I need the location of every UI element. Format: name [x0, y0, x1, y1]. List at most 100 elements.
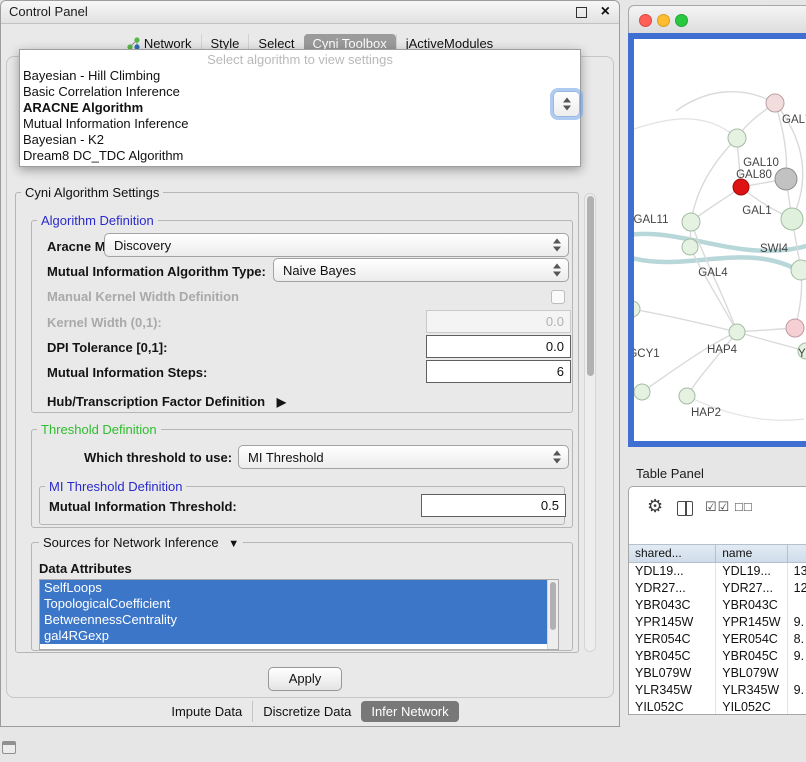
attributes-list-scrollbar[interactable] — [547, 580, 558, 649]
cell: YER054C — [716, 631, 787, 648]
control-panel-window: Control Panel × Network Style Select Cyn… — [0, 0, 620, 727]
tab-impute-data[interactable]: Impute Data — [161, 701, 252, 722]
sources-title: Sources for Network Inference — [43, 535, 219, 550]
gear-icon[interactable]: ⚙ — [647, 496, 663, 517]
table-row[interactable]: YBR045C YBR045C 9. — [629, 648, 806, 665]
cell — [788, 597, 806, 614]
dropdown-option[interactable]: Mutual Information Inference — [20, 116, 580, 132]
select-all-rows-icon[interactable]: ☑☑ — [705, 499, 730, 515]
column-chooser-icon[interactable] — [677, 501, 693, 516]
network-node[interactable] — [791, 260, 806, 280]
cell: 9. — [788, 614, 806, 631]
network-node[interactable] — [729, 324, 745, 340]
minimize-traffic-icon[interactable] — [657, 14, 670, 27]
table-row[interactable]: YIL052C YIL052C — [629, 699, 806, 714]
dropdown-option[interactable]: Basic Correlation Inference — [20, 84, 580, 100]
column-header-name[interactable]: name — [716, 545, 787, 562]
hub-definition-toggle[interactable]: Hub/Transcription Factor Definition ▶ — [47, 394, 286, 409]
dpi-tolerance-field[interactable]: 0.0 — [426, 335, 571, 358]
network-node[interactable] — [682, 239, 698, 255]
table-row[interactable]: YBR043C YBR043C — [629, 597, 806, 614]
table-row[interactable]: YLR345W YLR345W 9. — [629, 682, 806, 699]
table-row[interactable]: YBL079W YBL079W — [629, 665, 806, 682]
dropdown-option-selected[interactable]: ARACNE Algorithm — [20, 100, 580, 116]
network-canvas[interactable]: GAL7GAL80GAL10GAL11GAL1SWI4GAL4GCY1HAP4H… — [634, 39, 806, 441]
network-node[interactable] — [634, 384, 650, 400]
threshold-definition-title: Threshold Definition — [37, 422, 161, 437]
close-traffic-icon[interactable] — [639, 14, 652, 27]
zoom-traffic-icon[interactable] — [675, 14, 688, 27]
network-edge — [676, 92, 775, 111]
apply-button[interactable]: Apply — [268, 667, 342, 691]
mi-threshold-field[interactable]: 0.5 — [421, 494, 566, 517]
dropdown-option[interactable]: Bayesian - Hill Climbing — [20, 68, 580, 84]
mi-steps-field[interactable]: 6 — [426, 360, 571, 383]
cell: YBR045C — [716, 648, 787, 665]
table-row[interactable]: YDR27... YDR27... 12 — [629, 580, 806, 597]
kernel-width-label: Kernel Width (0,1): — [47, 315, 162, 330]
mi-threshold-label: Mutual Information Threshold: — [49, 499, 237, 514]
network-view-window: GAL7GAL80GAL10GAL11GAL1SWI4GAL4GCY1HAP4H… — [628, 5, 806, 447]
restore-panel-icon[interactable] — [2, 741, 16, 754]
table-row[interactable]: YPR145W YPR145W 9. — [629, 614, 806, 631]
mi-algorithm-type-value: Naive Bayes — [283, 263, 356, 278]
cell: YDR27... — [629, 580, 716, 597]
network-node[interactable] — [679, 388, 695, 404]
tab-discretize-data[interactable]: Discretize Data — [252, 701, 361, 722]
cell: YPR145W — [716, 614, 787, 631]
network-node-label: SWI4 — [760, 243, 789, 255]
which-threshold-label: Which threshold to use: — [84, 450, 232, 465]
algorithm-definition-title: Algorithm Definition — [37, 213, 158, 228]
network-node[interactable] — [775, 168, 797, 190]
dropdown-option[interactable]: Bayesian - K2 — [20, 132, 580, 148]
algorithm-combo-button[interactable] — [553, 91, 580, 117]
sources-toggle[interactable]: Sources for Network Inference ▼ — [39, 535, 243, 552]
column-header-shared-name[interactable]: shared... — [629, 545, 716, 562]
settings-scrollbar[interactable] — [584, 193, 596, 652]
network-node[interactable] — [766, 94, 784, 112]
kernel-width-field[interactable]: 0.0 — [426, 310, 571, 333]
mi-algorithm-type-select[interactable]: Naive Bayes — [273, 258, 569, 282]
column-header-extra[interactable] — [788, 545, 806, 562]
chevron-right-icon: ▶ — [277, 395, 286, 409]
algorithm-dropdown-popup: Select algorithm to view settings Bayesi… — [19, 49, 581, 167]
dropdown-option[interactable]: Dream8 DC_TDC Algorithm — [20, 148, 580, 164]
table-row[interactable]: YDL19... YDL19... 13 — [629, 563, 806, 580]
table-body: YDL19... YDL19... 13 YDR27... YDR27... 1… — [629, 563, 806, 714]
network-node[interactable] — [634, 301, 640, 317]
network-node-label: GAL11 — [634, 214, 668, 226]
cell: YDL19... — [629, 563, 716, 580]
tab-infer-network[interactable]: Infer Network — [361, 701, 458, 722]
network-node-label: Y — [798, 348, 806, 360]
deselect-all-rows-icon[interactable]: □□ — [735, 499, 753, 514]
which-threshold-select[interactable]: MI Threshold — [238, 445, 569, 469]
cell: YDR27... — [716, 580, 787, 597]
aracne-mode-select[interactable]: Discovery — [104, 233, 569, 257]
network-node[interactable] — [786, 319, 804, 337]
control-panel-titlebar[interactable]: Control Panel × — [1, 1, 619, 24]
network-edge — [634, 309, 737, 332]
hub-definition-label: Hub/Transcription Factor Definition — [47, 394, 265, 409]
cell: 9. — [788, 682, 806, 699]
network-canvas-svg[interactable]: GAL7GAL80GAL10GAL11GAL1SWI4GAL4GCY1HAP4H… — [634, 39, 806, 441]
network-node[interactable] — [682, 213, 700, 231]
close-icon[interactable]: × — [601, 2, 610, 22]
network-node-label: GAL80 — [736, 169, 772, 181]
list-item-betweennesscentrality[interactable]: BetweennessCentrality — [40, 612, 547, 628]
list-item-topologicalcoefficient[interactable]: TopologicalCoefficient — [40, 596, 547, 612]
bottom-tabs: Impute Data Discretize Data Infer Networ… — [1, 700, 619, 722]
attributes-list-scrollbar-thumb[interactable] — [550, 582, 556, 630]
network-node[interactable] — [781, 208, 803, 230]
list-item-selfloops[interactable]: SelfLoops — [40, 580, 547, 596]
combo-arrows-icon — [553, 264, 561, 277]
network-node[interactable] — [733, 179, 749, 195]
data-attributes-label: Data Attributes — [39, 561, 132, 576]
settings-scrollbar-thumb[interactable] — [587, 196, 594, 376]
manual-kernel-checkbox[interactable] — [551, 290, 565, 304]
list-item-gal4rgexp[interactable]: gal4RGexp — [40, 628, 547, 644]
network-window-titlebar[interactable] — [628, 5, 806, 33]
cell: YBR043C — [629, 597, 716, 614]
network-node[interactable] — [728, 129, 746, 147]
float-window-icon[interactable] — [576, 7, 587, 18]
table-row[interactable]: YER054C YER054C 8. — [629, 631, 806, 648]
